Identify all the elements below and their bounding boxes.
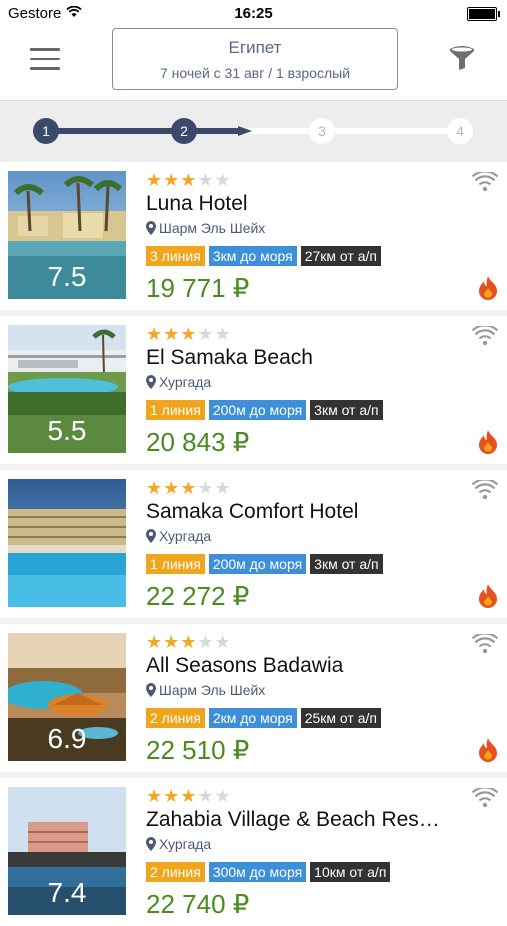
hotel-stars: ★★★★★	[146, 632, 232, 652]
hotel-stars: ★★★★★	[146, 786, 232, 806]
hamburger-menu-icon[interactable]	[30, 48, 60, 70]
wifi-icon	[472, 172, 498, 192]
sea-distance-badge: 200м до моря	[208, 554, 307, 574]
hotel-photo[interactable]	[8, 479, 126, 607]
trip-details-label: 7 ночей с 31 авг / 1 взрослый	[159, 65, 351, 81]
hotel-stars: ★★★★★	[146, 324, 232, 344]
clock-time: 16:25	[234, 5, 273, 22]
filter-funnel-icon[interactable]	[448, 44, 476, 72]
hotel-name[interactable]: El Samaka Beach	[146, 346, 313, 370]
status-bar: Gestore 16:25	[0, 0, 507, 28]
guest-rating: 5.5	[47, 415, 87, 446]
wifi-icon	[472, 788, 498, 808]
beach-line-badge: 3 линия	[146, 246, 205, 266]
hotel-card[interactable]: 7.5 ★★★★★ Luna Hotel Шарм Эль Шейх 3 лин…	[0, 162, 507, 310]
hotel-name[interactable]: All Seasons Badawia	[146, 654, 343, 678]
hotel-location: Хургада	[146, 836, 211, 852]
wifi-icon	[472, 326, 498, 346]
guest-rating: 6.9	[47, 723, 87, 754]
battery-icon	[467, 7, 500, 21]
hotel-tags: 1 линия 200м до моря 3км от а/п	[146, 400, 387, 420]
airport-distance-badge: 25км от а/п	[300, 708, 381, 728]
beach-line-badge: 1 линия	[146, 400, 205, 420]
hotel-name[interactable]: Zahabia Village & Beach Res…	[146, 808, 440, 832]
location-text: Шарм Эль Шейх	[159, 220, 266, 236]
location-text: Хургада	[159, 374, 212, 390]
steps-arrow	[238, 126, 252, 136]
airport-distance-badge: 27км от а/п	[300, 246, 381, 266]
hotel-tags: 3 линия 3км до моря 27км от а/п	[146, 246, 385, 266]
hotel-card[interactable]: 5.5 ★★★★★ El Samaka Beach Хургада 1 лини…	[0, 316, 507, 464]
hotel-photo[interactable]: 7.5	[8, 171, 126, 299]
hot-deal-fire-icon	[479, 584, 497, 608]
app-header: Египет 7 ночей с 31 авг / 1 взрослый	[0, 28, 507, 101]
location-text: Хургада	[159, 836, 212, 852]
hot-deal-fire-icon	[479, 276, 497, 300]
hotel-photo[interactable]: 7.4	[8, 787, 126, 915]
beach-line-badge: 2 линия	[146, 708, 205, 728]
location-pin-icon	[146, 683, 156, 697]
hotel-name[interactable]: Samaka Comfort Hotel	[146, 500, 358, 524]
hotel-stars: ★★★★★	[146, 478, 232, 498]
search-summary-button[interactable]: Египет 7 ночей с 31 авг / 1 взрослый	[112, 28, 398, 90]
airport-distance-badge: 3км от а/п	[310, 400, 383, 420]
hotel-photo[interactable]: 6.9	[8, 633, 126, 761]
guest-rating: 7.4	[47, 877, 87, 908]
location-pin-icon	[146, 529, 156, 543]
steps-progress-fill	[46, 128, 240, 134]
hotel-card[interactable]: ★★★★★ Samaka Comfort Hotel Хургада 1 лин…	[0, 470, 507, 618]
sea-distance-badge: 300м до моря	[208, 862, 307, 882]
hotel-location: Хургада	[146, 528, 211, 544]
location-text: Шарм Эль Шейх	[159, 682, 266, 698]
hotel-price: 22 740 ₽	[146, 889, 250, 919]
step-2[interactable]: 2	[171, 118, 197, 144]
hotel-card[interactable]: 7.4 ★★★★★ Zahabia Village & Beach Res… Х…	[0, 778, 507, 926]
hot-deal-fire-icon	[479, 430, 497, 454]
hotel-price: 20 843 ₽	[146, 427, 250, 457]
hotel-card[interactable]: 6.9 ★★★★★ All Seasons Badawia Шарм Эль Ш…	[0, 624, 507, 772]
hotel-stars: ★★★★★	[146, 170, 232, 190]
hotel-price: 22 510 ₽	[146, 735, 250, 765]
location-pin-icon	[146, 221, 156, 235]
hotel-tags: 2 линия 2км до моря 25км от а/п	[146, 708, 385, 728]
step-3[interactable]: 3	[309, 118, 335, 144]
hotel-location: Шарм Эль Шейх	[146, 220, 265, 236]
hotel-name[interactable]: Luna Hotel	[146, 192, 248, 216]
hotel-price: 22 272 ₽	[146, 581, 250, 611]
sea-distance-badge: 2км до моря	[208, 708, 297, 728]
hotel-tags: 1 линия 200м до моря 3км от а/п	[146, 554, 387, 574]
airport-distance-badge: 10км от а/п	[310, 862, 391, 882]
beach-line-badge: 2 линия	[146, 862, 205, 882]
beach-line-badge: 1 линия	[146, 554, 205, 574]
hotel-photo[interactable]: 5.5	[8, 325, 126, 453]
wifi-icon	[472, 634, 498, 654]
location-text: Хургада	[159, 528, 212, 544]
hotel-tags: 2 линия 300м до моря 10км от а/п	[146, 862, 394, 882]
progress-steps: 1 2 3 4	[0, 101, 507, 161]
step-1[interactable]: 1	[33, 118, 59, 144]
guest-rating: 7.5	[47, 261, 87, 292]
hotel-location: Хургада	[146, 374, 211, 390]
sea-distance-badge: 200м до моря	[208, 400, 307, 420]
location-pin-icon	[146, 837, 156, 851]
step-4[interactable]: 4	[447, 118, 473, 144]
sea-distance-badge: 3км до моря	[208, 246, 297, 266]
hotel-location: Шарм Эль Шейх	[146, 682, 265, 698]
location-pin-icon	[146, 375, 156, 389]
hot-deal-fire-icon	[479, 738, 497, 762]
hotel-price: 19 771 ₽	[146, 273, 250, 303]
wifi-icon	[472, 480, 498, 500]
airport-distance-badge: 3км от а/п	[310, 554, 383, 574]
destination-label: Египет	[228, 38, 282, 57]
